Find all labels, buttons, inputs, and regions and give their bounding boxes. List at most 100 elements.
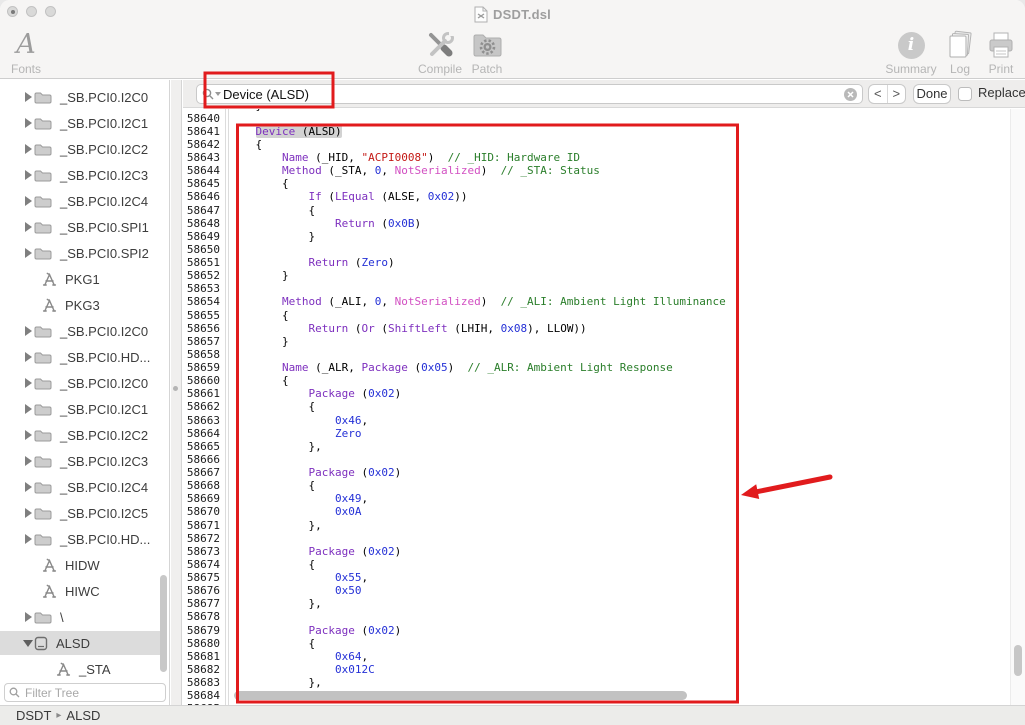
done-button[interactable]: Done [913,84,951,104]
code-line[interactable]: 58645 { [183,177,1010,191]
disclosure-triangle-icon[interactable] [22,170,34,180]
replace-checkbox[interactable] [958,87,972,101]
disclosure-triangle-icon[interactable] [22,456,34,466]
code-line[interactable]: 58650 [183,242,1010,256]
pane-splitter[interactable] [171,80,182,705]
tree-item--sb-pci0-i2c4[interactable]: _SB.PCI0.I2C4 [0,189,160,213]
disclosure-triangle-icon[interactable] [22,222,34,232]
search-menu-chevron-icon[interactable] [215,92,221,96]
code-line[interactable]: 58672 [183,531,1010,545]
disclosure-triangle-icon[interactable] [22,248,34,258]
toolbar-patch-button[interactable]: Patch [464,29,510,76]
tree-item--sb-pci0-spi1[interactable]: _SB.PCI0.SPI1 [0,215,160,239]
disclosure-triangle-icon[interactable] [22,430,34,440]
code-line[interactable]: 58667 Package (0x02) [183,466,1010,480]
code-line[interactable]: 58653 [183,282,1010,296]
vertical-scrollbar-thumb[interactable] [1014,645,1022,676]
code-line[interactable]: 58678 [183,610,1010,624]
tree-item--sb-pci0-i2c2[interactable]: _SB.PCI0.I2C2 [0,137,160,161]
code-line[interactable]: 58683 }, [183,676,1010,690]
disclosure-triangle-icon[interactable] [22,612,34,622]
horizontal-scrollbar-thumb[interactable] [234,691,687,700]
code-line[interactable]: 58676 0x50 [183,584,1010,598]
tree-item--sb-pci0-i2c0[interactable]: _SB.PCI0.I2C0 [0,85,160,109]
disclosure-triangle-icon[interactable] [22,326,34,336]
find-previous-button[interactable]: < [869,85,888,103]
code-line[interactable]: 58680 { [183,636,1010,650]
tree-item--sb-pci0-i2c1[interactable]: _SB.PCI0.I2C1 [0,397,160,421]
code-line[interactable]: 58641 Device (ALSD) [183,124,1010,138]
code-line[interactable]: 58654 Method (_ALI, 0, NotSerialized) //… [183,295,1010,309]
code-line[interactable]: 58675 0x55, [183,571,1010,585]
disclosure-triangle-icon[interactable] [22,508,34,518]
tree-item--sta[interactable]: _STA [0,657,160,681]
tree-item--sb-pci0-hd-[interactable]: _SB.PCI0.HD... [0,527,160,551]
code-line[interactable]: 58682 0x012C [183,662,1010,676]
disclosure-triangle-icon[interactable] [22,404,34,414]
code-line[interactable]: 58655 { [183,308,1010,322]
toolbar-print-button[interactable]: Print [981,29,1021,76]
toolbar-fonts-button[interactable]: A Fonts [6,29,46,77]
disclosure-triangle-icon[interactable] [22,118,34,128]
tree-item--sb-pci0-i2c3[interactable]: _SB.PCI0.I2C3 [0,449,160,473]
disclosure-triangle-icon[interactable] [22,639,34,647]
disclosure-triangle-icon[interactable] [22,196,34,206]
code-line[interactable]: 58669 0x49, [183,492,1010,506]
code-line[interactable]: 58666 [183,452,1010,466]
tree-item--sb-pci0-i2c5[interactable]: _SB.PCI0.I2C5 [0,501,160,525]
find-input[interactable] [196,84,863,104]
code-line[interactable]: 58665 }, [183,439,1010,453]
code-line[interactable]: 58677 }, [183,597,1010,611]
tree-item-pkg1[interactable]: PKG1 [0,267,160,291]
code-line[interactable]: 58670 0x0A [183,505,1010,519]
code-line[interactable]: 58646 If (LEqual (ALSE, 0x02)) [183,190,1010,204]
code-line[interactable]: 58660 { [183,374,1010,388]
code-line[interactable]: 58658 [183,347,1010,361]
tree-item--sb-pci0-i2c3[interactable]: _SB.PCI0.I2C3 [0,163,160,187]
code-line[interactable]: 58657 } [183,334,1010,348]
code-line[interactable]: 58671 }, [183,518,1010,532]
code-line[interactable]: 58674 { [183,557,1010,571]
code-line[interactable]: 58643 Name (_HID, "ACPI0008") // _HID: H… [183,151,1010,165]
tree-item--sb-pci0-i2c1[interactable]: _SB.PCI0.I2C1 [0,111,160,135]
tree-item-hidw[interactable]: HIDW [0,553,160,577]
tree-item-alsd[interactable]: ALSD [0,631,160,655]
tree-item--sb-pci0-hd-[interactable]: _SB.PCI0.HD... [0,345,160,369]
code-line[interactable]: 58648 Return (0x0B) [183,216,1010,230]
code-line[interactable]: 58656 Return (Or (ShiftLeft (LHIH, 0x08)… [183,321,1010,335]
tree-item--sb-pci0-spi2[interactable]: _SB.PCI0.SPI2 [0,241,160,265]
code-area[interactable]: 58639 }5864058641 Device (ALSD)58642 {58… [183,109,1010,705]
tree-item--[interactable]: \ [0,605,160,629]
disclosure-triangle-icon[interactable] [22,92,34,102]
tree-item-pkg3[interactable]: PKG3 [0,293,160,317]
code-line[interactable]: 58649 } [183,229,1010,243]
tree-item--sb-pci0-i2c0[interactable]: _SB.PCI0.I2C0 [0,319,160,343]
code-line[interactable]: 58668 { [183,479,1010,493]
find-next-button[interactable]: > [888,85,906,103]
code-line[interactable]: 58673 Package (0x02) [183,544,1010,558]
toolbar-compile-button[interactable]: Compile [414,29,466,76]
code-line[interactable]: 58652 } [183,269,1010,283]
disclosure-triangle-icon[interactable] [22,378,34,388]
clear-search-button[interactable] [844,87,857,101]
code-line[interactable]: 58642 { [183,137,1010,151]
tree-item--sb-pci0-i2c0[interactable]: _SB.PCI0.I2C0 [0,371,160,395]
sidebar-scrollbar-thumb[interactable] [160,575,167,672]
code-line[interactable]: 58679 Package (0x02) [183,623,1010,637]
code-line[interactable]: 58662 { [183,400,1010,414]
code-line[interactable]: 58651 Return (Zero) [183,256,1010,270]
disclosure-triangle-icon[interactable] [22,482,34,492]
toolbar-summary-button[interactable]: i Summary [885,29,937,76]
disclosure-triangle-icon[interactable] [22,352,34,362]
code-line[interactable]: 58661 Package (0x02) [183,387,1010,401]
code-line[interactable]: 58664 Zero [183,426,1010,440]
tree-item--sb-pci0-i2c2[interactable]: _SB.PCI0.I2C2 [0,423,160,447]
code-line[interactable]: 58640 [183,111,1010,125]
code-line[interactable]: 58647 { [183,203,1010,217]
tree-item-hiwc[interactable]: HIWC [0,579,160,603]
code-line[interactable]: 58644 Method (_STA, 0, NotSerialized) //… [183,164,1010,178]
disclosure-triangle-icon[interactable] [22,534,34,544]
code-line[interactable]: 58659 Name (_ALR, Package (0x05) // _ALR… [183,361,1010,375]
tree-item--sb-pci0-i2c4[interactable]: _SB.PCI0.I2C4 [0,475,160,499]
code-line[interactable]: 58663 0x46, [183,413,1010,427]
